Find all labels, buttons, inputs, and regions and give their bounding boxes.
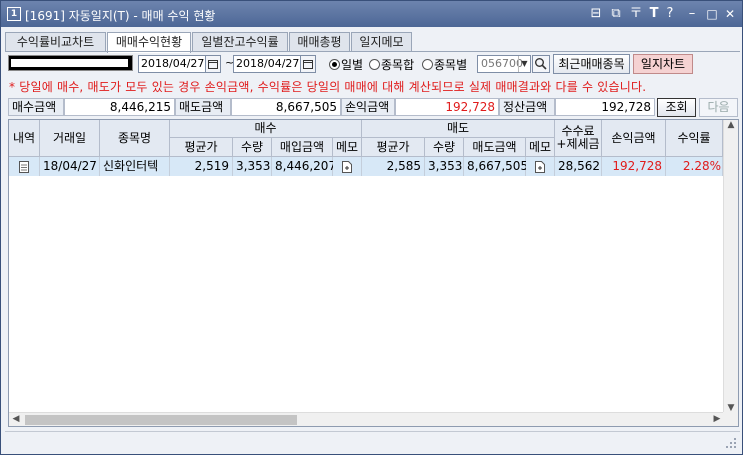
row-sell-qty[interactable]: 3,353 [425, 157, 464, 176]
chevron-down-icon[interactable]: ▼ [518, 56, 530, 72]
header-buy-memo: 메모 [333, 138, 362, 157]
link-window-icon[interactable]: ⊟ [588, 6, 604, 22]
maximize-button[interactable]: □ [704, 6, 720, 22]
header-sell-memo: 메모 [526, 138, 555, 157]
radio-stock-sum-label: 종목합 [381, 57, 415, 72]
row-stock-name[interactable]: 신화인터텍 [100, 157, 170, 176]
row-sell-memo[interactable] [526, 157, 555, 176]
minimize-button[interactable]: – [684, 6, 700, 22]
trade-grid[interactable]: 내역 거래일 종목명 매수 매도 수수료 +제세금 손익금액 수익률 평균가 수… [8, 119, 739, 427]
window-title: [1691] 자동일지(T) - 매매 수익 현황 [25, 9, 216, 23]
settle-amount-label: 정산금액 [499, 98, 555, 116]
app-window: 1 [1691] 자동일지(T) - 매매 수익 현황 ⊟ ⧉ 〒 T ? – … [0, 0, 743, 455]
row-sell-amount[interactable]: 8,667,505 [464, 157, 528, 176]
header-sell-group: 매도 [362, 120, 555, 138]
radio-stock-sum[interactable]: 종목합 [369, 56, 414, 72]
scroll-right-icon[interactable]: ▶ [710, 414, 724, 424]
tab-trade-profit-status[interactable]: 매매수익현황 [107, 32, 191, 53]
recent-trades-button[interactable]: 최근매매종목 [553, 54, 630, 74]
header-buy-group: 매수 [170, 120, 362, 138]
settle-amount-value: 192,728 [555, 98, 655, 116]
copy-window-icon[interactable]: ⧉ [608, 6, 624, 22]
row-buy-qty[interactable]: 3,353 [233, 157, 272, 176]
header-fee-tax: 수수료 +제세금 [555, 120, 602, 157]
row-buy-amount[interactable]: 8,446,207 [272, 157, 336, 176]
stock-code-value: 056700 [481, 57, 523, 70]
radio-by-stock[interactable]: 종목별 [422, 56, 467, 72]
tab-trade-review[interactable]: 매매총평 [289, 32, 350, 52]
row-return-rate[interactable]: 2.28% [666, 157, 723, 176]
row-buy-avg-price[interactable]: 2,519 [170, 157, 233, 176]
header-buy-qty: 수량 [233, 138, 272, 157]
journal-chart-button[interactable]: 일지차트 [633, 54, 693, 74]
pnl-amount-value: 192,728 [395, 98, 499, 116]
row-buy-memo[interactable] [333, 157, 362, 176]
tab-journal-memo[interactable]: 일지메모 [351, 32, 412, 52]
row-trade-date[interactable]: 18/04/27 [40, 157, 100, 176]
header-sell-amount: 매도금액 [464, 138, 526, 157]
header-buy-amount: 매입금액 [272, 138, 333, 157]
title-bar[interactable]: 1 [1691] 자동일지(T) - 매매 수익 현황 ⊟ ⧉ 〒 T ? – … [1, 1, 742, 27]
resize-grip-icon [726, 438, 736, 448]
vertical-scrollbar[interactable]: ▲ ▼ [723, 120, 738, 413]
close-button[interactable]: ✕ [722, 6, 738, 22]
document-icon [19, 161, 29, 173]
sell-amount-label: 매도금액 [175, 98, 231, 116]
memo-add-icon [342, 161, 352, 173]
tab-divider [5, 51, 740, 52]
scroll-up-icon[interactable]: ▲ [724, 120, 738, 130]
font-size-icon[interactable]: T [646, 6, 662, 22]
date-to-field[interactable]: 2018/04/27 [233, 55, 301, 73]
radio-by-stock-icon[interactable] [422, 58, 433, 70]
row-pnl[interactable]: 192,728 [602, 157, 666, 176]
search-icon [535, 58, 547, 70]
header-stock-name: 종목명 [100, 120, 170, 157]
account-field[interactable] [8, 55, 133, 71]
search-button[interactable] [532, 55, 550, 73]
buy-amount-value: 8,446,215 [64, 98, 175, 116]
stock-code-select[interactable]: 056700 ▼ [477, 55, 531, 73]
next-button[interactable]: 다음 [699, 98, 738, 117]
row-fee-tax[interactable]: 28,562 [555, 157, 602, 176]
window-badge-icon: 1 [7, 7, 21, 21]
header-fee-line2: +제세금 [556, 137, 600, 151]
memo-add-icon [535, 161, 545, 173]
header-buy-avg-price: 평균가 [170, 138, 233, 157]
buy-amount-label: 매수금액 [8, 98, 64, 116]
tab-return-comparison-chart[interactable]: 수익률비교차트 [5, 32, 106, 52]
radio-daily-label: 일별 [341, 57, 364, 72]
sell-amount-value: 8,667,505 [231, 98, 341, 116]
calendar-from-icon[interactable] [205, 55, 221, 73]
scrollbar-corner [723, 412, 738, 426]
row-sell-avg-price[interactable]: 2,585 [362, 157, 425, 176]
date-from-field[interactable]: 2018/04/27 [138, 55, 206, 73]
scroll-left-icon[interactable]: ◀ [9, 414, 23, 424]
notice-text: * 당일에 매수, 매도가 모두 있는 경우 손익금액, 수익률은 당일의 매매… [9, 80, 647, 94]
header-return-rate: 수익률 [666, 120, 723, 157]
radio-daily-icon[interactable] [329, 58, 340, 70]
header-trade-date: 거래일 [40, 120, 100, 157]
header-sell-qty: 수량 [425, 138, 464, 157]
help-icon[interactable]: ? [662, 6, 678, 22]
pin-icon[interactable]: 〒 [628, 6, 644, 22]
radio-stock-sum-icon[interactable] [369, 58, 380, 70]
radio-daily[interactable]: 일별 [329, 56, 363, 72]
calendar-to-icon[interactable] [300, 55, 316, 73]
header-pnl: 손익금액 [602, 120, 666, 157]
row-detail-cell[interactable] [9, 157, 40, 176]
header-sell-avg-price: 평균가 [362, 138, 425, 157]
header-detail: 내역 [9, 120, 40, 157]
tab-daily-balance-return[interactable]: 일별잔고수익률 [192, 32, 288, 52]
pnl-amount-label: 손익금액 [341, 98, 395, 116]
status-bar [5, 431, 740, 451]
horizontal-scroll-thumb[interactable] [25, 415, 297, 425]
query-button[interactable]: 조회 [657, 98, 696, 117]
horizontal-scrollbar[interactable]: ◀ ▶ [9, 412, 724, 426]
radio-by-stock-label: 종목별 [434, 57, 468, 72]
